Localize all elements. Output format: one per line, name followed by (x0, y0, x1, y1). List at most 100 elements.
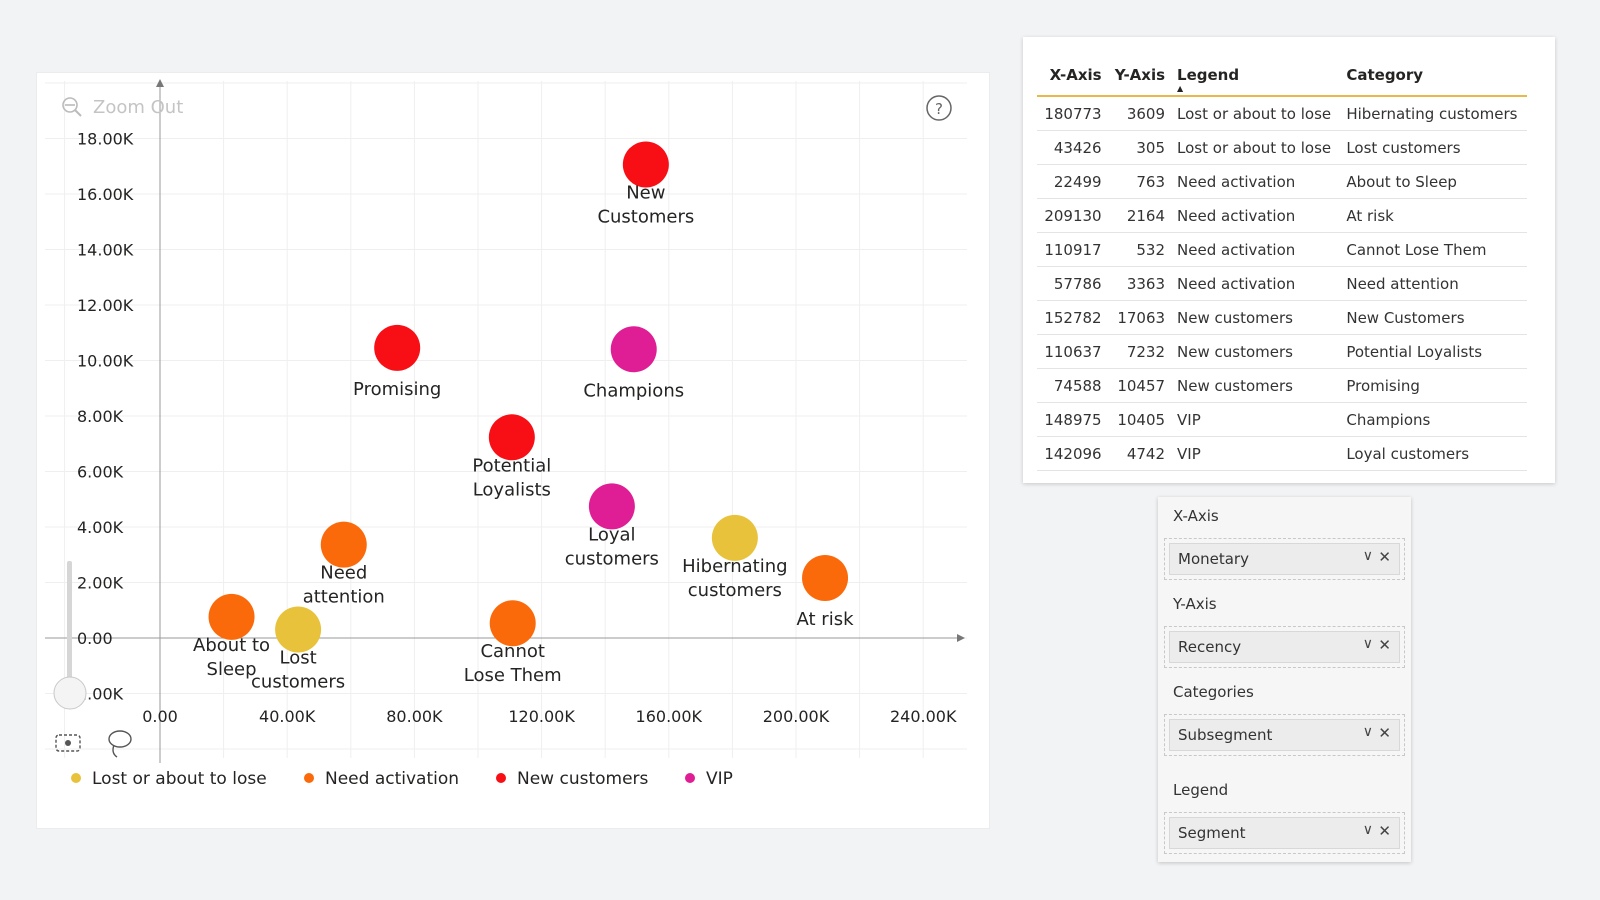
table-cell: 148975 (1037, 402, 1108, 437)
y-tick-label: 12.00K (77, 296, 134, 315)
table-row[interactable]: 152782 17063 New customers New Customers (1037, 300, 1527, 335)
table-body: 180773 3609 Lost or about to lose Hibernati… (1037, 96, 1527, 471)
table-cell: VIP (1171, 436, 1341, 471)
remove-field-icon[interactable]: ✕ (1378, 548, 1391, 566)
data-label: Lost (280, 648, 317, 669)
table-cell: 763 (1107, 164, 1172, 199)
rectangle-select-icon-dot (65, 740, 71, 746)
table-row[interactable]: 110637 7232 New customers Potential Loyalis… (1037, 334, 1527, 369)
data-point[interactable] (488, 414, 535, 461)
field-well: Monetary ∨ ✕ (1164, 538, 1405, 580)
table-cell: New customers (1171, 334, 1341, 369)
field-well: Subsegment ∨ ✕ (1164, 714, 1405, 756)
lasso-icon[interactable] (108, 730, 132, 748)
data-point[interactable] (208, 593, 255, 640)
table-cell: 305 (1107, 130, 1172, 165)
table-cell: At risk (1340, 198, 1527, 233)
remove-field-icon[interactable]: ✕ (1378, 724, 1391, 742)
table-row[interactable]: 148975 10405 VIP Champions (1037, 402, 1527, 437)
table-cell: Lost or about to lose (1171, 130, 1341, 165)
data-point[interactable] (610, 326, 657, 373)
table-cell: 7232 (1107, 334, 1172, 369)
table-cell: 110637 (1037, 334, 1108, 369)
table-cell: 4742 (1107, 436, 1172, 471)
field-label: Y-Axis (1173, 595, 1217, 613)
table-row[interactable]: 22499 763 Need activation About to Sleep (1037, 164, 1527, 199)
data-point[interactable] (622, 141, 669, 188)
table-row[interactable]: 110917 532 Need activation Cannot Lose Them (1037, 232, 1527, 267)
x-tick-label: 240.00K (890, 707, 957, 726)
field-value: Monetary (1178, 550, 1249, 568)
legend-label[interactable]: Lost or about to lose (92, 769, 267, 789)
data-table: X-Axis Y-Axis Legend ▲ Category 180773 360… (1037, 55, 1527, 471)
chevron-down-icon[interactable]: ∨ (1363, 548, 1373, 564)
data-label: Champions (583, 380, 684, 401)
chevron-down-icon[interactable]: ∨ (1363, 822, 1373, 838)
zoom-out-label[interactable]: Zoom Out (93, 97, 183, 118)
field-well: Recency ∨ ✕ (1164, 626, 1405, 668)
column-header-legend[interactable]: Legend ▲ (1171, 55, 1340, 96)
legend-marker (685, 773, 695, 783)
data-point[interactable] (588, 483, 635, 530)
y-tick-label: 14.00K (77, 241, 134, 260)
table-row[interactable]: 57786 3363 Need activation Need attention (1037, 266, 1527, 301)
data-point[interactable] (802, 554, 849, 601)
table-cell: 74588 (1037, 368, 1108, 403)
field-pill[interactable]: Monetary ∨ ✕ (1169, 543, 1400, 575)
data-point[interactable] (374, 324, 421, 371)
data-label: Hibernating (682, 556, 787, 577)
table-cell: 57786 (1037, 266, 1108, 301)
chevron-down-icon[interactable]: ∨ (1363, 636, 1373, 652)
data-label: customers (251, 672, 345, 693)
remove-field-icon[interactable]: ✕ (1378, 636, 1391, 654)
field-value: Subsegment (1178, 726, 1273, 744)
field-label: Legend (1173, 781, 1229, 799)
y-tick-label: 18.00K (77, 130, 134, 149)
remove-field-icon[interactable]: ✕ (1378, 822, 1391, 840)
table-cell: Lost customers (1340, 130, 1527, 165)
data-point[interactable] (320, 521, 367, 568)
field-pill[interactable]: Segment ∨ ✕ (1169, 817, 1400, 849)
field-pill[interactable]: Recency ∨ ✕ (1169, 631, 1400, 663)
table-cell: Need activation (1171, 266, 1341, 301)
x-tick-label: 80.00K (386, 707, 443, 726)
table-row[interactable]: 180773 3609 Lost or about to lose Hibernati… (1037, 96, 1527, 131)
column-header-y-axis[interactable]: Y-Axis (1108, 55, 1171, 96)
table-cell: Lost or about to lose (1171, 96, 1341, 131)
legend-label[interactable]: Need activation (325, 769, 459, 789)
table-row[interactable]: 142096 4742 VIP Loyal customers (1037, 436, 1527, 471)
data-point[interactable] (275, 606, 322, 653)
y-tick-label: 10.00K (77, 352, 134, 371)
zoom-slider-handle[interactable] (53, 676, 87, 710)
table-row[interactable]: 74588 10457 New customers Promising (1037, 368, 1527, 403)
table-cell: 180773 (1037, 96, 1108, 131)
x-tick-label: 0.00 (142, 707, 178, 726)
column-header-category[interactable]: Category (1340, 55, 1527, 96)
chevron-down-icon[interactable]: ∨ (1363, 724, 1373, 740)
field-pill[interactable]: Subsegment ∨ ✕ (1169, 719, 1400, 751)
table-cell: 10405 (1107, 402, 1172, 437)
table-cell: 3363 (1107, 266, 1172, 301)
x-tick-label: 40.00K (259, 707, 316, 726)
zoom-slider-track[interactable] (67, 561, 72, 681)
table-row[interactable]: 43426 305 Lost or about to lose Lost custom… (1037, 130, 1527, 165)
table-cell: 43426 (1037, 130, 1108, 165)
data-point[interactable] (711, 514, 758, 561)
table-row[interactable]: 209130 2164 Need activation At risk (1037, 198, 1527, 233)
column-header-x-axis[interactable]: X-Axis (1037, 55, 1108, 96)
table-cell: 10457 (1107, 368, 1172, 403)
legend-label[interactable]: VIP (706, 769, 733, 789)
table-cell: VIP (1171, 402, 1341, 437)
table-cell: Need activation (1171, 164, 1341, 199)
y-tick-label: 16.00K (77, 185, 134, 204)
table-cell: 142096 (1037, 436, 1108, 471)
table-cell: Need attention (1340, 266, 1527, 301)
table-cell: 17063 (1107, 300, 1172, 335)
x-axis-arrow (957, 634, 965, 642)
y-tick-label: 0.00 (77, 629, 113, 648)
field-value: Segment (1178, 824, 1246, 842)
data-point[interactable] (489, 600, 536, 647)
legend-label[interactable]: New customers (517, 769, 649, 789)
x-tick-label: 160.00K (636, 707, 703, 726)
table-cell: Hibernating customers (1340, 96, 1527, 131)
